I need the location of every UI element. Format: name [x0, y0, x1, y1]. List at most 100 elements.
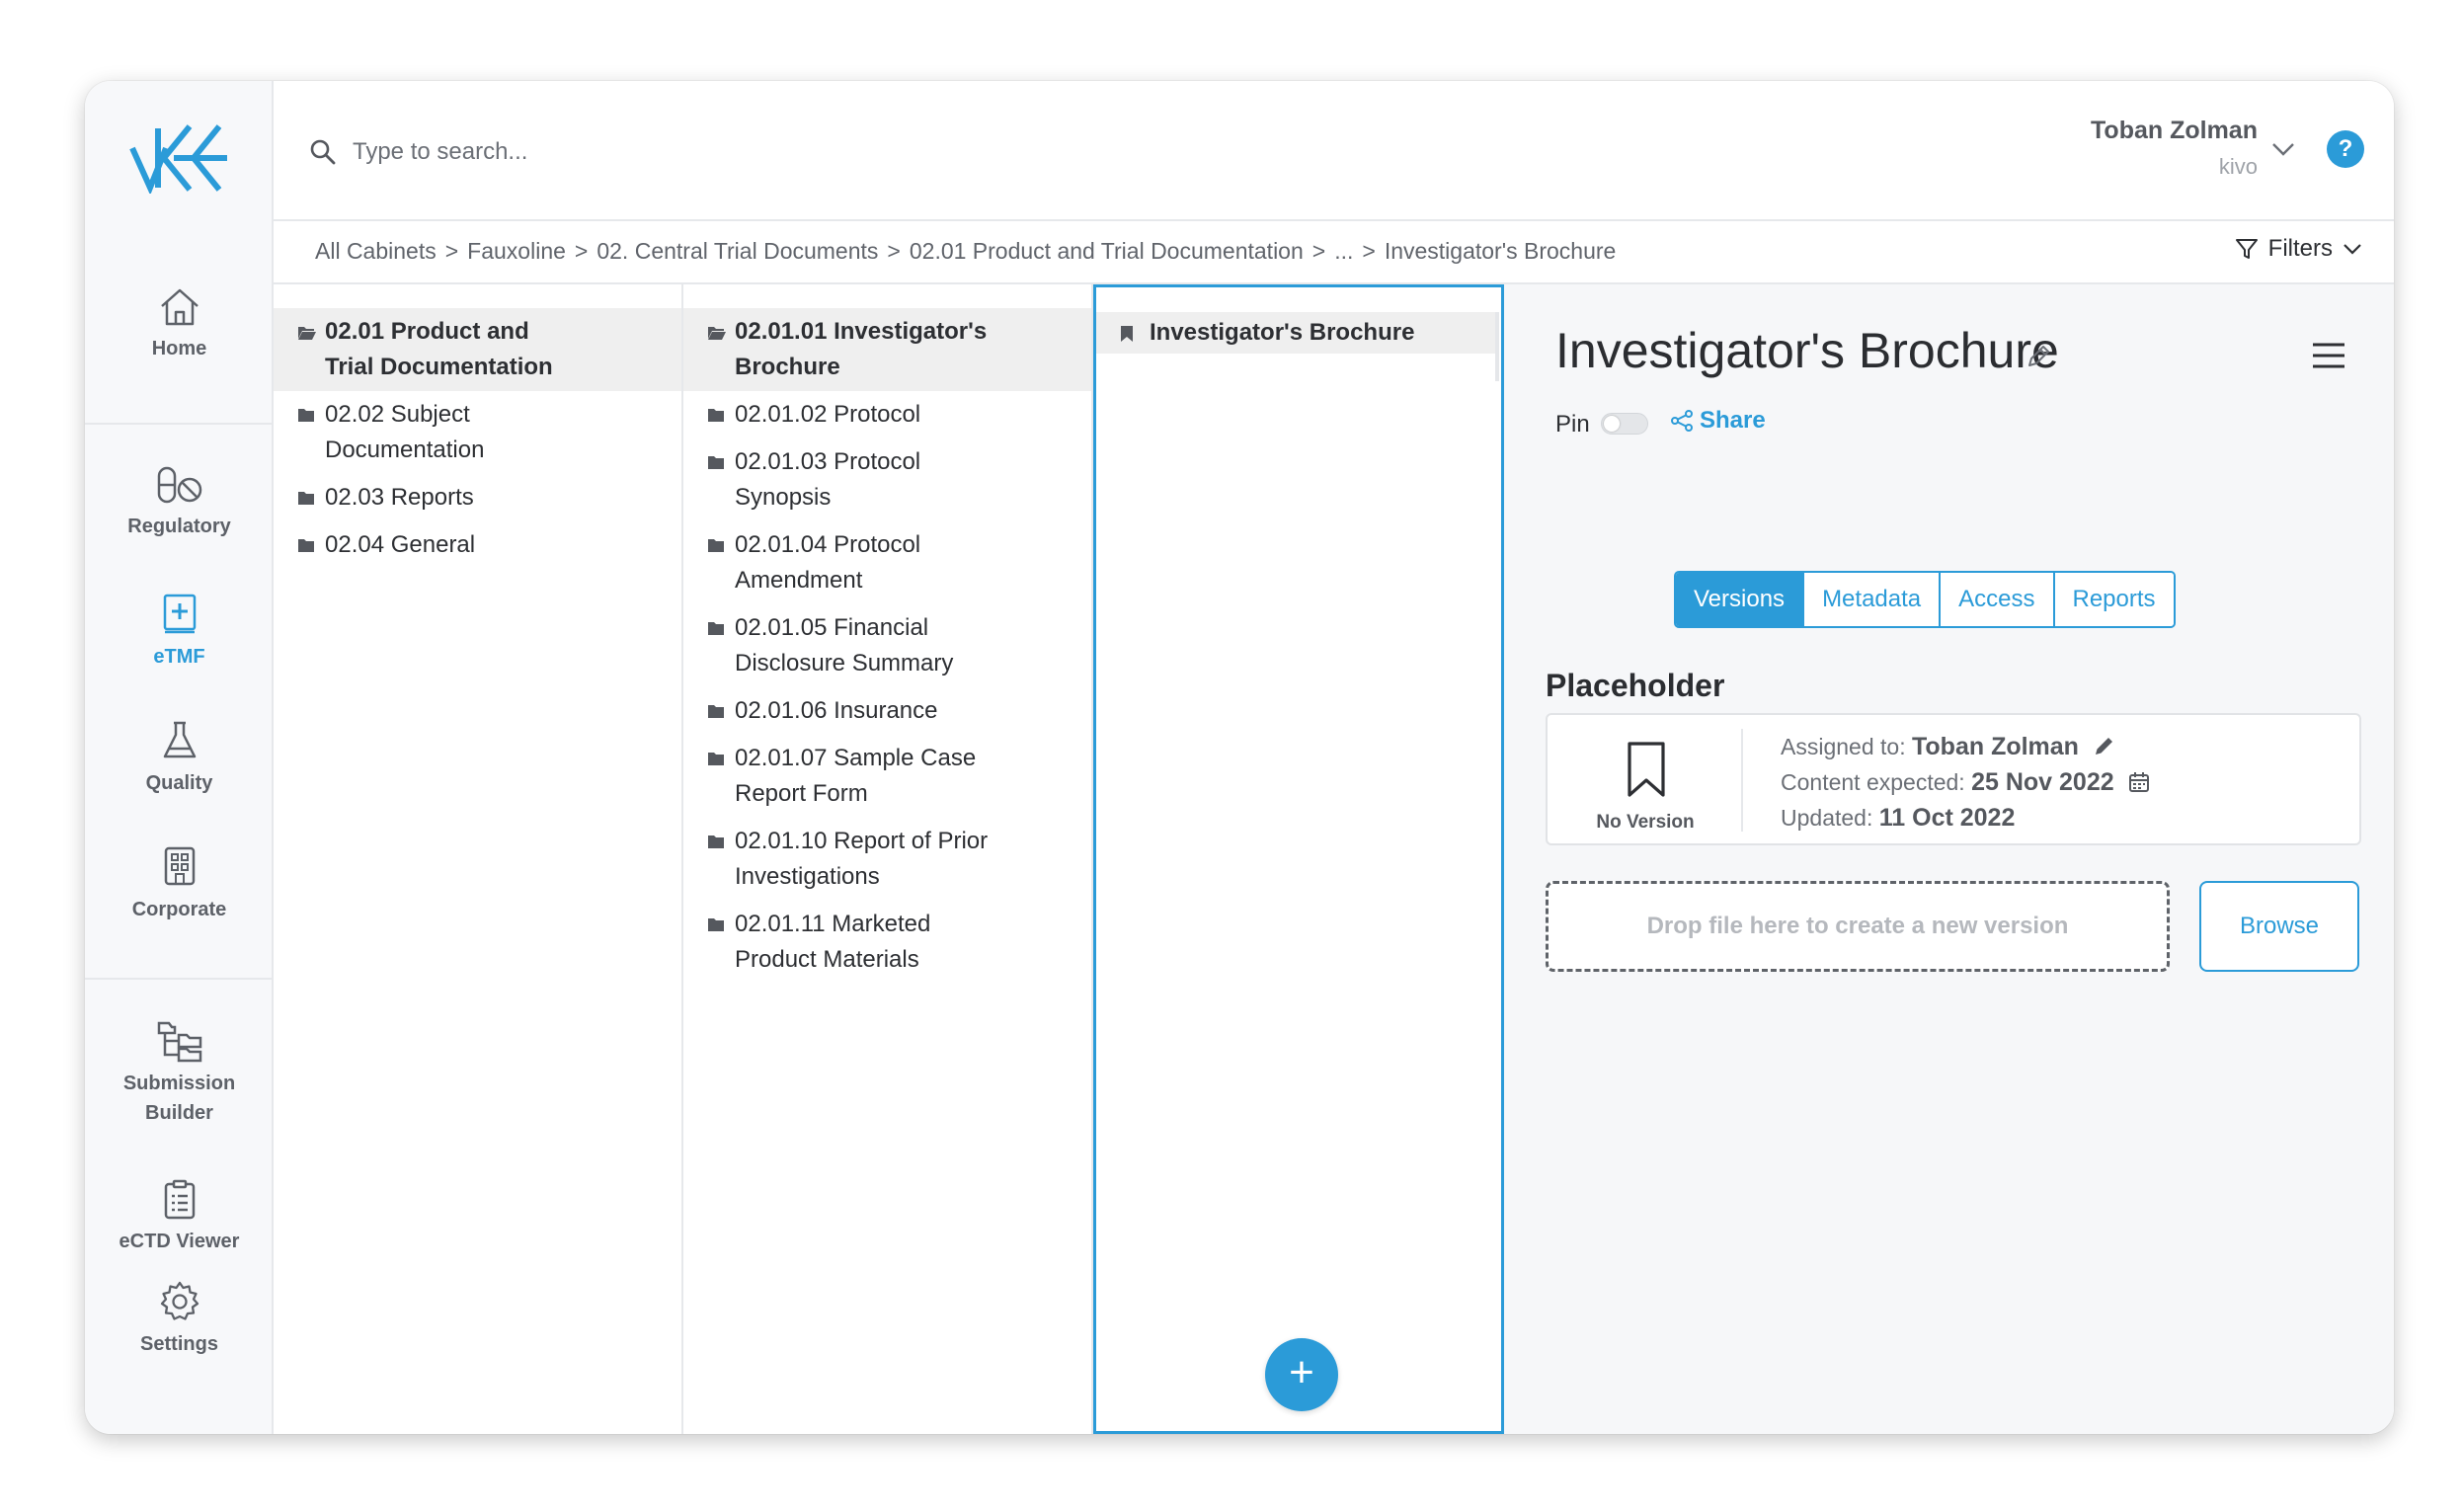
file-dropzone[interactable]: Drop file here to create a new version: [1546, 881, 2170, 972]
folder-item-label: 02.01.06 Insurance: [735, 697, 938, 724]
folder-item-label: Report Form: [735, 780, 868, 807]
flask-icon: [163, 721, 196, 758]
folder-item-label: 02.03 Reports: [325, 484, 474, 511]
version-status-label: No Version: [1596, 812, 1695, 833]
bookmark-icon: [1628, 742, 1665, 797]
nav-etmf[interactable]: eTMF: [85, 593, 274, 672]
breadcrumb-separator: >: [444, 238, 459, 264]
folder-item-label: 02.01.05 Financial: [735, 614, 929, 641]
filter-icon: [2235, 239, 2258, 259]
nav-settings[interactable]: Settings: [85, 1280, 274, 1359]
folder-item[interactable]: 02.02 Subject Documentation: [274, 391, 681, 474]
section-title: Placeholder: [1546, 668, 1725, 703]
updated-label: Updated:: [1781, 805, 1873, 831]
user-org: kivo: [2218, 154, 2258, 179]
nav-ectd-viewer[interactable]: eCTD Viewer: [85, 1179, 274, 1256]
help-button[interactable]: ?: [2327, 130, 2364, 168]
folder-item-label: Brochure: [735, 354, 840, 380]
breadcrumb-separator: >: [574, 238, 589, 264]
folder-item[interactable]: 02.01.10 Report of Prior Investigations: [683, 818, 1091, 901]
folder-icon: [708, 456, 724, 469]
document-column: Investigator's Brochure +: [1093, 284, 1504, 1434]
folder-item-label: Documentation: [325, 437, 485, 463]
folder-item-label: Investigations: [735, 863, 880, 890]
folder-open-icon: [298, 327, 316, 340]
breadcrumb-item[interactable]: Fauxoline: [467, 238, 566, 264]
nav-home[interactable]: Home: [85, 286, 274, 363]
nav-corporate[interactable]: Corporate: [85, 845, 274, 924]
updated-value: 11 Oct 2022: [1878, 804, 2016, 832]
folder-item-label: 02.01.11 Marketed: [735, 911, 931, 937]
breadcrumb-separator: >: [1362, 238, 1376, 264]
folder-item[interactable]: 02.03 Reports: [274, 474, 681, 521]
folder-item-label: 02.02 Subject: [325, 401, 470, 428]
add-document-button[interactable]: +: [1265, 1338, 1338, 1411]
folder-item[interactable]: 02.01.11 Marketed Product Materials: [683, 901, 1091, 984]
nav-submission-builder[interactable]: Submission Builder: [85, 1019, 274, 1128]
breadcrumb-item[interactable]: 02.01 Product and Trial Documentation: [910, 238, 1304, 264]
nav-settings-label: Settings: [140, 1333, 218, 1355]
folder-item[interactable]: 02.01.04 Protocol Amendment: [683, 521, 1091, 604]
folder-item[interactable]: 02.01.02 Protocol: [683, 391, 1091, 438]
document-title: Investigator's Brochure: [1555, 323, 2059, 378]
pills-icon: [157, 466, 201, 504]
detail-tabs: Versions Metadata Access Reports: [1674, 571, 2176, 628]
share-button[interactable]: Share: [1670, 407, 1766, 435]
folder-icon: [708, 918, 724, 931]
breadcrumb-separator: >: [1311, 238, 1326, 264]
kivo-logo-icon[interactable]: [128, 120, 231, 194]
chevron-down-icon: [2344, 244, 2361, 255]
folder-icon: [708, 836, 724, 848]
home-icon: [160, 288, 199, 326]
nav-etmf-label: eTMF: [153, 646, 205, 668]
folder-item-label: 02.01.02 Protocol: [735, 401, 921, 428]
folder-tree-icon: [157, 1021, 201, 1063]
building-icon: [164, 846, 195, 886]
pencil-icon[interactable]: [2026, 344, 2051, 369]
tab-versions[interactable]: Versions: [1676, 573, 1805, 626]
bookmark-icon: [1121, 326, 1133, 342]
detail-panel: Investigator's Brochure Pin Share Versio…: [1504, 284, 2394, 1434]
breadcrumb-item[interactable]: All Cabinets: [315, 238, 437, 264]
share-label: Share: [1700, 407, 1766, 434]
folder-item[interactable]: 02.01.01 Investigator's Brochure: [683, 308, 1091, 391]
tab-reports[interactable]: Reports: [2054, 573, 2174, 626]
app-window: Home Regulatory eTMF Quality Corporate S…: [85, 81, 2394, 1434]
pencil-icon[interactable]: [2093, 734, 2116, 757]
folder-item[interactable]: 02.01.03 Protocol Synopsis: [683, 438, 1091, 521]
user-name[interactable]: Toban Zolman: [2091, 117, 2258, 145]
tab-metadata[interactable]: Metadata: [1804, 573, 1942, 626]
search-input[interactable]: [351, 130, 1042, 174]
nav-quality-label: Quality: [145, 772, 213, 794]
folder-list: 02.01 Product and Trial Documentation 02.0…: [274, 284, 681, 569]
document-item-label: Investigator's Brochure: [1150, 319, 1415, 346]
nav-quality[interactable]: Quality: [85, 719, 274, 798]
folder-item[interactable]: 02.04 General: [274, 521, 681, 569]
folder-list: 02.01.01 Investigator's Brochure 02.01.02 …: [683, 284, 1091, 984]
chevron-down-icon[interactable]: [2271, 142, 2295, 156]
top-header: Toban Zolman kivo ?: [274, 81, 2394, 221]
folder-item[interactable]: 02.01.06 Insurance: [683, 687, 1091, 735]
sidebar: Home Regulatory eTMF Quality Corporate S…: [85, 81, 274, 1434]
document-item-investigators-brochure[interactable]: Investigator's Brochure: [1096, 312, 1495, 354]
folder-item[interactable]: 02.01 Product and Trial Documentation: [274, 308, 681, 391]
hamburger-menu-icon[interactable]: [2311, 342, 2346, 369]
document-list: Investigator's Brochure: [1096, 287, 1501, 354]
breadcrumb-separator: >: [887, 238, 901, 264]
nav-regulatory[interactable]: Regulatory: [85, 464, 274, 541]
folder-item[interactable]: 02.01.07 Sample Case Report Form: [683, 735, 1091, 818]
folder-item-label: Amendment: [735, 567, 863, 594]
breadcrumb-ellipsis[interactable]: ...: [1334, 238, 1353, 264]
expected-value: 25 Nov 2022: [1971, 768, 2114, 796]
folder-column-1: 02.01 Product and Trial Documentation 02.0…: [274, 284, 683, 1434]
filters-button[interactable]: Filters: [2235, 235, 2362, 263]
browse-button[interactable]: Browse: [2199, 881, 2359, 972]
scrollbar[interactable]: [1495, 312, 1499, 381]
breadcrumb-item[interactable]: 02. Central Trial Documents: [596, 238, 878, 264]
folder-icon: [708, 753, 724, 765]
calendar-icon[interactable]: [2128, 771, 2150, 793]
folder-item[interactable]: 02.01.05 Financial Disclosure Summary: [683, 604, 1091, 687]
pin-toggle[interactable]: [1601, 413, 1648, 435]
nav-submission-label-2: Builder: [145, 1102, 213, 1124]
tab-access[interactable]: Access: [1941, 573, 2055, 626]
